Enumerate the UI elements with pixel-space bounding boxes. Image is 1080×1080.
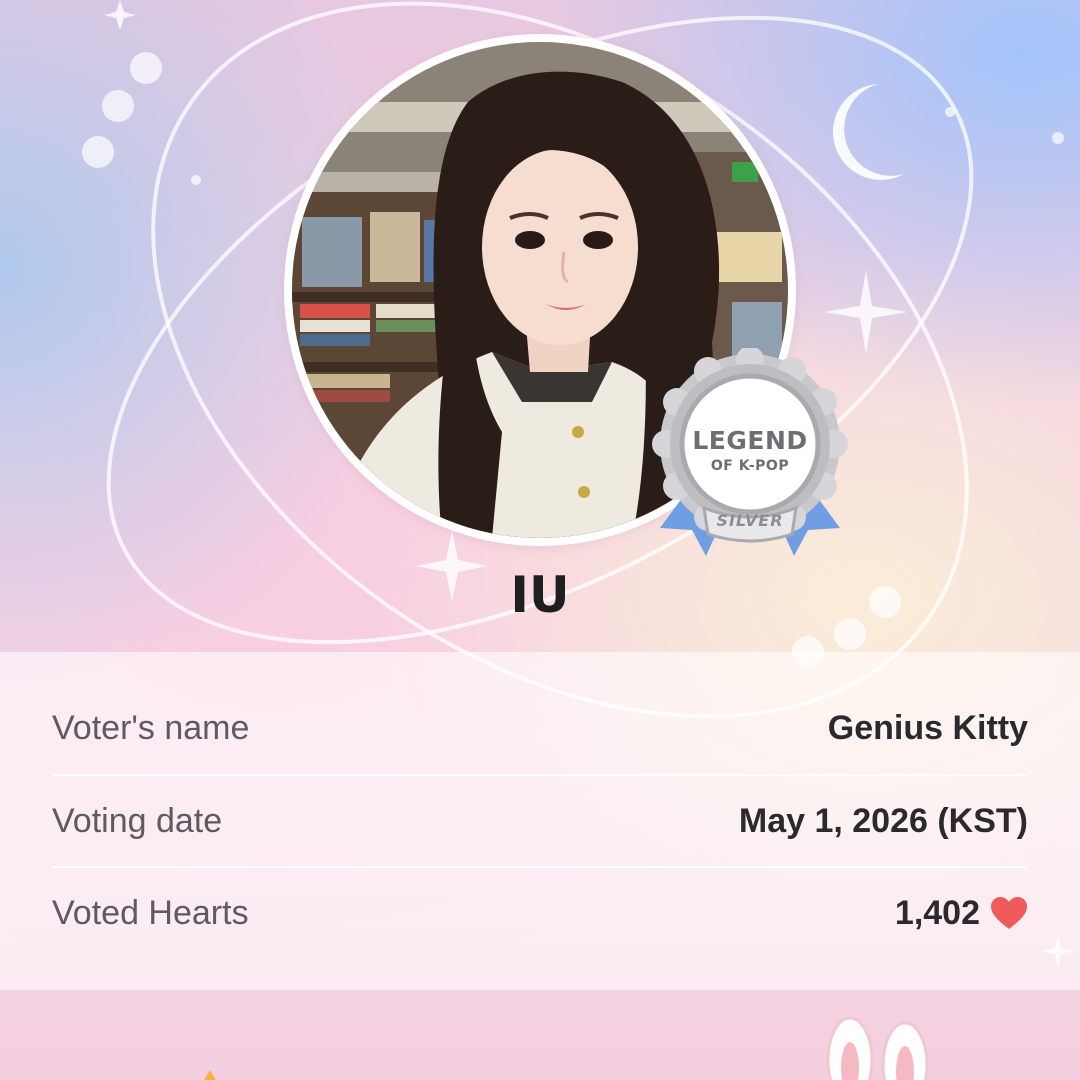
voted-hearts-value-group: 1,402 [895, 894, 1028, 933]
voted-hearts-row: Voted Hearts 1,402 [52, 867, 1028, 959]
legend-badge: LEGEND OF K-POP SILVER [652, 348, 848, 568]
voter-name-value: Genius Kitty [827, 708, 1028, 747]
idol-name: IU [510, 566, 570, 624]
bottom-decoration [204, 1016, 929, 1080]
heart-icon [990, 896, 1028, 930]
voted-hearts-label: Voted Hearts [52, 893, 249, 932]
badge-tier: SILVER [716, 511, 784, 530]
voted-hearts-value: 1,402 [894, 893, 980, 932]
voter-name-row: Voter's name Genius Kitty [52, 682, 1028, 774]
badge-title: LEGEND [692, 426, 808, 455]
badge-subtitle: OF K-POP [710, 458, 790, 474]
sparkle-icon [104, 0, 136, 30]
bubble [102, 90, 134, 122]
bubble [191, 175, 201, 185]
bubble [1052, 132, 1064, 144]
voting-date-value: May 1, 2026 (KST) [738, 801, 1028, 840]
bubble [82, 136, 114, 168]
bubble [130, 52, 162, 84]
bunny-ears-icon [826, 1016, 929, 1080]
crescent-moon-icon [832, 84, 904, 180]
voting-date-row: Voting date May 1, 2026 (KST) [52, 775, 1028, 867]
star-icon [204, 1070, 216, 1080]
voter-name-label: Voter's name [52, 708, 250, 747]
voting-date-label: Voting date [52, 801, 223, 840]
vote-details-card: Voter's name Genius Kitty Voting date Ma… [0, 652, 1080, 990]
bubble [945, 107, 955, 117]
